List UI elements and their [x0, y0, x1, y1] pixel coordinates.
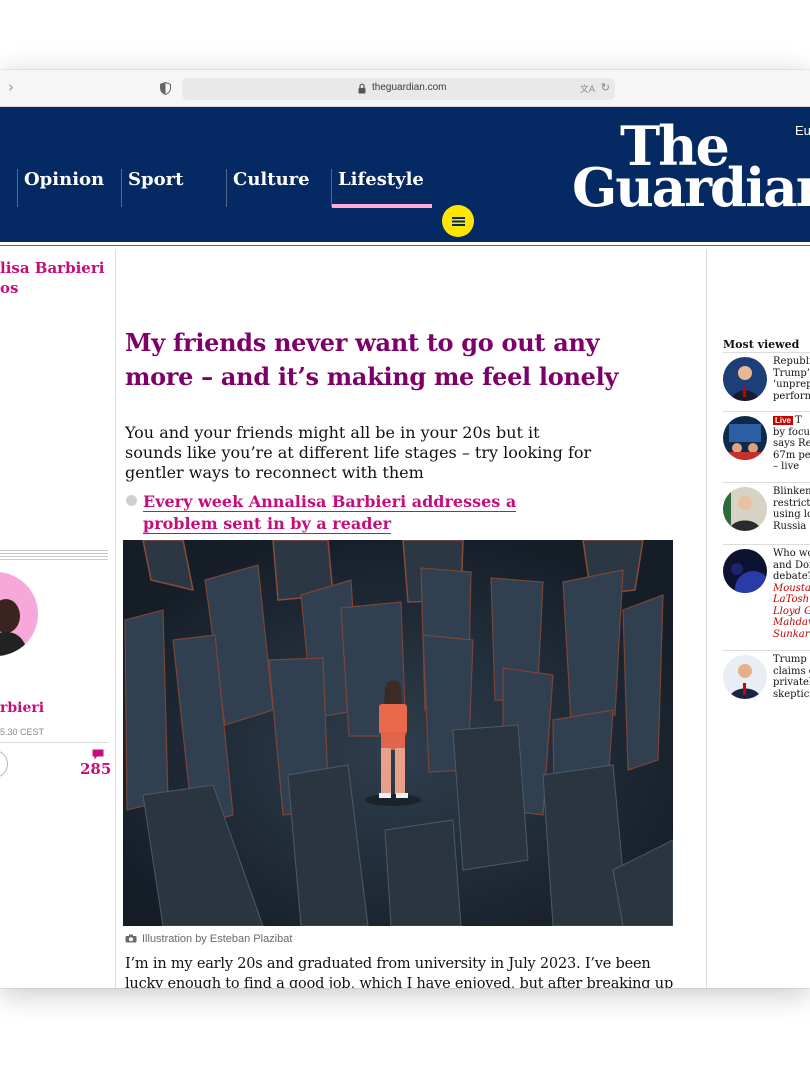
most-viewed-line: ‘unprep [773, 379, 810, 390]
most-viewed-line: perform [773, 390, 810, 402]
meta-divider [0, 742, 108, 743]
article-headline: My friends never want to go out any more… [125, 328, 619, 391]
address-bar[interactable]: theguardian.com 文A ↻ [182, 78, 615, 100]
article-page: lisa Barbieri os rbieri 5.30 CEST 285 My… [0, 242, 810, 988]
series-link[interactable]: Every week Annalisa Barbieri addresses a… [143, 491, 583, 535]
most-viewed-line: using lo [773, 509, 810, 520]
pillar-label: Lifestyle [338, 169, 424, 190]
pillar-opinion[interactable]: Opinion [17, 169, 121, 207]
most-viewed-line: and Don [773, 559, 810, 571]
live-badge: Live [773, 416, 794, 425]
pillar-label: Opinion [24, 169, 105, 190]
series-author-link[interactable]: lisa Barbieri [0, 259, 104, 277]
image-caption: Illustration by Esteban Plazibat [125, 933, 292, 945]
pillar-lifestyle[interactable]: Lifestyle [331, 169, 436, 208]
most-viewed-thumbnail [723, 549, 767, 593]
share-button[interactable] [0, 750, 8, 778]
menu-button[interactable] [442, 205, 474, 237]
most-viewed-text: LiveT by focus says Rep 67m peo – live [773, 415, 810, 473]
most-viewed-line: 67m peo [773, 449, 810, 461]
translate-icon[interactable]: 文A [580, 82, 595, 95]
most-viewed-line: Trump’s [773, 367, 810, 379]
main-illustration [123, 540, 673, 926]
column-divider [706, 250, 707, 988]
most-viewed-line: claims c [773, 665, 810, 677]
article-paragraph: I’m in my early 20s and graduated from u… [125, 956, 674, 988]
most-viewed-line: says Rep [773, 438, 810, 449]
most-viewed-item[interactable]: Trump c claims c privatel skeptici [723, 650, 810, 710]
most-viewed-text: Blinken restricti using lo Russia [773, 486, 810, 532]
most-viewed-line: LaTosh [773, 594, 810, 605]
most-viewed-line: by focus [773, 426, 810, 438]
pillar-label: Sport [128, 169, 184, 190]
browser-toolbar: › theguardian.com 文A ↻ [0, 70, 810, 107]
most-viewed-thumbnail [723, 357, 767, 401]
most-viewed-text: Trump c claims c privatel skeptici [773, 654, 810, 700]
most-viewed-line: Russia [773, 520, 807, 532]
site-header: Eu The Guardian Opinion Sport Culture Li… [0, 107, 810, 268]
pillar-sport[interactable]: Sport [121, 169, 226, 207]
most-viewed-item[interactable]: Republi Trump’s ‘unprep perform [723, 352, 810, 408]
most-viewed-line: Blinken [773, 486, 810, 497]
author-name[interactable]: rbieri [0, 700, 44, 716]
most-viewed-line: Who wo [773, 548, 810, 559]
edition-selector[interactable]: Eu [795, 123, 810, 138]
guardian-logo[interactable]: Guardian [572, 162, 810, 215]
most-viewed-line: – live [773, 461, 800, 472]
most-viewed-line: Lloyd G [773, 605, 810, 617]
most-viewed-thumbnail [723, 487, 767, 531]
comment-count[interactable]: 285 [80, 760, 111, 778]
most-viewed-item[interactable]: LiveT by focus says Rep 67m peo – live [723, 411, 810, 479]
most-viewed-text: Republi Trump’s ‘unprep perform [773, 356, 810, 402]
most-viewed-line: restricti [773, 497, 810, 509]
most-viewed-item[interactable]: Blinken restricti using lo Russia [723, 482, 810, 538]
column-divider [115, 250, 116, 988]
camera-icon [125, 934, 137, 943]
most-viewed-line: Republi [773, 356, 810, 367]
most-viewed-line: debate? [773, 571, 810, 582]
reload-icon[interactable]: ↻ [601, 81, 610, 94]
browser-window: › theguardian.com 文A ↻ Eu The Guardian O… [0, 70, 810, 988]
most-viewed-text: Who wo and Don debate? Mousta LaTosh Llo… [773, 548, 810, 640]
comment-icon[interactable] [92, 749, 104, 760]
most-viewed-line: skeptici [773, 688, 810, 700]
most-viewed-line-text: T [795, 415, 802, 426]
most-viewed-thumbnail [723, 416, 767, 460]
most-viewed-thumbnail [723, 655, 767, 699]
pillar-label: Culture [233, 169, 310, 190]
most-viewed-line: Trump c [773, 654, 810, 665]
article-standfirst: You and your friends might all be in you… [125, 423, 592, 482]
most-viewed-line: Mousta [773, 582, 810, 594]
meta-divider [0, 550, 108, 560]
most-viewed-item[interactable]: Who wo and Don debate? Mousta LaTosh Llo… [723, 544, 810, 648]
most-viewed-line: Live T [773, 415, 810, 427]
series-link-text: Every week Annalisa Barbieri addresses a… [143, 492, 517, 534]
author-avatar [0, 572, 38, 656]
hamburger-icon [451, 216, 465, 226]
lock-icon [358, 83, 366, 94]
publish-time: 5.30 CEST [0, 727, 45, 737]
series-sub-link[interactable]: os [0, 279, 18, 297]
caption-text: Illustration by Esteban Plazibat [142, 933, 293, 945]
most-viewed-line: Sunkar [773, 628, 810, 640]
most-viewed-line: Mahdav [773, 617, 810, 628]
privacy-shield-icon[interactable] [160, 82, 171, 95]
bullet-icon [126, 495, 137, 506]
forward-chevron-icon[interactable]: › [8, 78, 14, 96]
url-text: theguardian.com [372, 82, 447, 93]
pillar-culture[interactable]: Culture [226, 169, 331, 207]
most-viewed-heading: Most viewed [723, 338, 800, 351]
most-viewed-line: privatel [773, 677, 810, 688]
